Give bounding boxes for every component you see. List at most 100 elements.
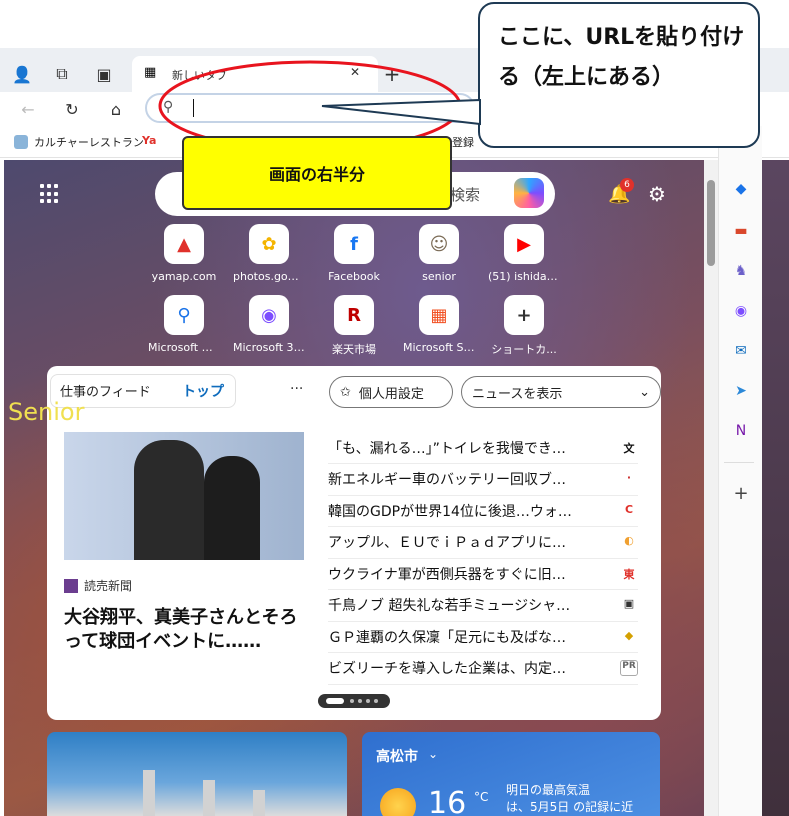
news-source-logo-icon: ▣ [623, 597, 635, 610]
news-headline-row[interactable]: アップル、ＥＵでｉＰａｄアプリに… ◐ [328, 527, 638, 559]
apps-launcher-icon[interactable] [40, 184, 60, 204]
feed-more-button[interactable]: ··· [290, 381, 303, 397]
hero-person [134, 440, 204, 560]
yellow-label-box: 画面の右半分 [182, 136, 452, 210]
microsoft365-icon[interactable]: ◉ [732, 302, 750, 320]
sidebar-divider [724, 462, 754, 463]
search-placeholder: 検索 [450, 186, 481, 204]
pager-dot[interactable] [366, 699, 370, 703]
news-headline-text: ビズリーチを導入した企業は、内定… [328, 661, 566, 677]
newtab-page-icon: ▦ [144, 65, 157, 80]
favicon [14, 135, 28, 149]
site-logo-icon: ▲ [164, 224, 204, 264]
tab-label: 新しいタブ [172, 69, 227, 82]
gear-icon[interactable]: ⚙ [648, 182, 666, 206]
chevron-down-icon[interactable]: ⌄ [428, 747, 438, 761]
show-news-label: ニュースを表示 [472, 386, 563, 402]
news-headline-row[interactable]: ＧＰ連覇の久保凜「足元にも及ばな… ◆ [328, 621, 638, 653]
add-sidebar-icon[interactable]: + [732, 483, 750, 504]
news-source-logo-icon: PR [620, 660, 638, 676]
quick-link-label: senior [422, 270, 456, 283]
hero-person [204, 456, 260, 560]
news-headline-row[interactable]: 韓国のGDPが世界14位に後退…ウォ… C [328, 495, 638, 527]
weather-note-line: は、5月5日 の記録に近 [506, 800, 634, 814]
refresh-icon[interactable]: ↻ [58, 95, 86, 123]
news-headline-row[interactable]: 千鳥ノブ 超失礼な若手ミュージシャ… ▣ [328, 590, 638, 622]
show-news-dropdown[interactable]: ニュースを表示 ⌄ [461, 376, 661, 408]
quick-link-tile[interactable]: f Facebook [318, 224, 390, 294]
quick-link-label: (51) ishidan1... [488, 270, 560, 283]
quick-link-tile[interactable]: + ショートカ... [488, 295, 560, 365]
news-headline-text: ＧＰ連覇の久保凜「足元にも及ばな… [328, 629, 566, 646]
quick-link-tile[interactable]: ▲ yamap.com [148, 224, 220, 294]
search-icon: ⚲ [163, 99, 174, 115]
quick-link-tile[interactable]: ✿ photos.goog... [233, 224, 305, 294]
favorite-item-register[interactable]: 登録 [452, 134, 474, 150]
site-logo-icon: R [334, 295, 374, 335]
home-icon[interactable]: ⌂ [102, 95, 130, 123]
window-backdrop [762, 160, 789, 816]
news-source-logo-icon: ◐ [624, 534, 634, 547]
screenshot-root: 👤 ⧉ ▣ ▦ 新しいタブ ✕ + ← ↻ ⌂ ⚲ カルチャーレストラン Ya … [0, 0, 789, 816]
send-icon[interactable]: ➤ [732, 382, 750, 400]
weather-unit: °C [474, 790, 489, 804]
hero-image[interactable] [64, 432, 304, 560]
building-shape [253, 790, 265, 816]
quick-link-tile[interactable]: ☺ senior [403, 224, 475, 294]
toolbox-icon[interactable]: ▬ [732, 222, 750, 240]
tab-actions-icon[interactable]: ▣ [90, 60, 118, 88]
quick-link-tile[interactable]: R 楽天市場 [318, 295, 390, 365]
pager-dot[interactable] [358, 699, 362, 703]
hero-headline[interactable]: 大谷翔平、真美子さんとそろって球団イベントに…… [64, 606, 314, 654]
news-source-logo-icon: 東 [623, 567, 635, 581]
scrollbar-thumb[interactable] [707, 180, 715, 266]
site-logo-icon: ▦ [419, 295, 459, 335]
news-headline-row[interactable]: 「も、漏れる…」”トイレを我慢でき… 文 [328, 432, 638, 464]
news-headline-row[interactable]: 新エネルギー車のバッテリー回収ブ… · [328, 464, 638, 496]
senior-watermark: Senior [8, 398, 85, 426]
tab-close-icon[interactable]: ✕ [350, 65, 360, 79]
news-headline-text: 「も、漏れる…」”トイレを我慢でき… [328, 440, 566, 457]
tab-top[interactable]: トップ [182, 381, 224, 401]
notification-badge: 6 [620, 178, 634, 192]
site-logo-icon: ☺ [419, 224, 459, 264]
new-tab-button[interactable]: + [378, 60, 406, 88]
news-headline-text: 千鳥ノブ 超失礼な若手ミュージシャ… [328, 598, 571, 614]
pager-dot[interactable] [350, 699, 354, 703]
news-headline-row[interactable]: ウクライナ軍が西側兵器をすぐに旧… 東 [328, 558, 638, 590]
sparkle-icon: ✩ [340, 384, 351, 400]
games-icon[interactable]: ♞ [732, 262, 750, 280]
back-icon[interactable]: ← [14, 95, 42, 123]
shopping-tag-icon[interactable]: ◆ [732, 180, 750, 198]
quick-link-tile[interactable]: ⚲ Microsoft D... [148, 295, 220, 365]
tab-new-tab[interactable]: ▦ 新しいタブ ✕ [132, 56, 378, 92]
pager-dot[interactable] [374, 699, 378, 703]
building-shape [143, 770, 155, 816]
news-headline-row[interactable]: ビズリーチを導入した企業は、内定… PR [328, 653, 638, 685]
quick-link-tile[interactable]: ◉ Microsoft 365 [233, 295, 305, 365]
quick-link-tile[interactable]: ▶ (51) ishidan1... [488, 224, 560, 294]
favorite-item-culture[interactable]: カルチャーレストラン [14, 134, 144, 150]
news-source-logo-icon: 文 [623, 441, 635, 455]
photo-card[interactable] [47, 732, 347, 816]
hero-publisher: 読売新聞 [64, 577, 132, 594]
personalize-button[interactable]: ✩ 個人用設定 [329, 376, 453, 408]
quick-link-label: Microsoft D... [148, 341, 220, 354]
weather-note-line: 明日の最高気温 [506, 783, 591, 797]
news-headline-text: ウクライナ軍が西側兵器をすぐに旧… [328, 566, 566, 583]
address-bar[interactable]: ⚲ [145, 93, 475, 123]
copilot-icon[interactable] [514, 178, 544, 208]
quick-link-label: photos.goog... [233, 270, 305, 283]
site-logo-icon: ◉ [249, 295, 289, 335]
profile-icon[interactable]: 👤 [8, 60, 36, 88]
collections-icon[interactable]: ⧉ [48, 60, 76, 88]
weather-note[interactable]: 明日の最高気温 は、5月5日 の記録に近 [506, 782, 633, 816]
news-headline-text: アップル、ＥＵでｉＰａｄアプリに… [328, 535, 566, 551]
favorite-item-yahoo[interactable]: Ya [142, 134, 156, 147]
weather-city[interactable]: 高松市 [376, 746, 418, 766]
sun-icon [380, 788, 416, 816]
quick-link-label: Microsoft 365 [233, 341, 305, 354]
onenote-icon[interactable]: N [732, 422, 750, 440]
quick-link-tile[interactable]: ▦ Microsoft St... [403, 295, 475, 365]
outlook-icon[interactable]: ✉ [732, 342, 750, 360]
